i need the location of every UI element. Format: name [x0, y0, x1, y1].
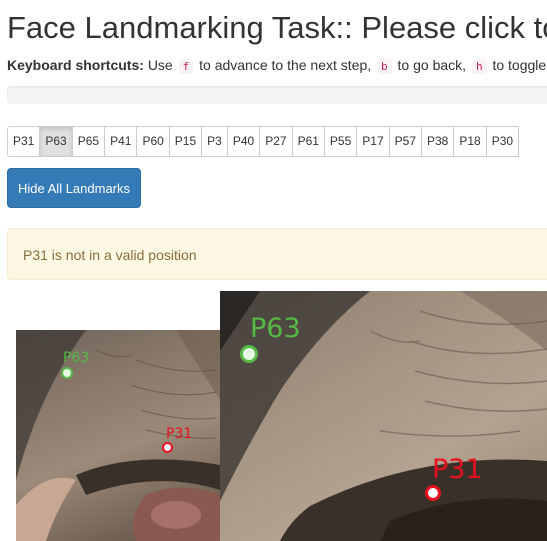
key-h: h	[471, 59, 487, 74]
hide-all-landmarks-button[interactable]: Hide All Landmarks	[7, 168, 141, 208]
shortcut-h-text: to toggle	[492, 57, 547, 73]
landmark-button-p60[interactable]: P60	[136, 126, 170, 157]
landmark-button-p15[interactable]: P15	[168, 126, 203, 157]
landmark-button-p3[interactable]: P3	[201, 126, 228, 157]
landmark-button-p61[interactable]: P61	[291, 126, 325, 157]
landmark-button-p27[interactable]: P27	[259, 126, 293, 157]
landmark-button-p55[interactable]: P55	[323, 126, 358, 157]
landmark-point-p63[interactable]	[61, 367, 73, 379]
key-b: b	[377, 59, 392, 74]
progress-bar	[7, 86, 547, 104]
landmark-point-p31[interactable]	[162, 442, 173, 453]
zoom-landmark-point-p31[interactable]	[425, 485, 441, 501]
landmark-button-p17[interactable]: P17	[356, 126, 390, 157]
zoom-landmark-point-p63[interactable]	[240, 345, 258, 363]
key-f: f	[178, 59, 194, 74]
shortcut-b-text: to go back,	[397, 57, 467, 73]
shortcuts-label: Keyboard shortcuts:	[7, 57, 144, 73]
landmark-button-p30[interactable]: P30	[485, 126, 520, 157]
shortcut-f-text: to advance to the next step,	[199, 57, 372, 73]
keyboard-shortcuts: Keyboard shortcuts: Use f to advance to …	[7, 57, 546, 74]
page-title: Face Landmarking Task:: Please click to	[7, 10, 547, 45]
landmark-label-p31: P31	[166, 426, 193, 442]
landmark-button-p57[interactable]: P57	[388, 126, 422, 157]
landmark-button-p18[interactable]: P18	[453, 126, 487, 157]
landmark-button-p41[interactable]: P41	[104, 126, 138, 157]
zoom-landmark-label-p31: P31	[432, 454, 483, 485]
landmark-button-p65[interactable]: P65	[71, 126, 106, 157]
landmark-button-p31[interactable]: P31	[7, 126, 41, 157]
landmark-button-p63[interactable]: P63	[39, 126, 73, 157]
landmark-button-p40[interactable]: P40	[226, 126, 261, 157]
landmark-label-p63: P63	[63, 350, 90, 366]
landmark-button-group: P31 P63 P65 P41 P60 P15 P3 P40 P27 P61 P55 P17 P57 P3…	[7, 126, 520, 157]
face-image[interactable]: P63 P31	[16, 330, 220, 541]
zoomed-face-image[interactable]: P63 P31	[220, 291, 547, 541]
warning-alert: P31 is not in a valid position	[7, 228, 547, 280]
landmark-button-p38[interactable]: P38	[421, 126, 455, 157]
shortcuts-use: Use	[147, 57, 173, 73]
zoom-landmark-label-p63: P63	[250, 313, 301, 344]
